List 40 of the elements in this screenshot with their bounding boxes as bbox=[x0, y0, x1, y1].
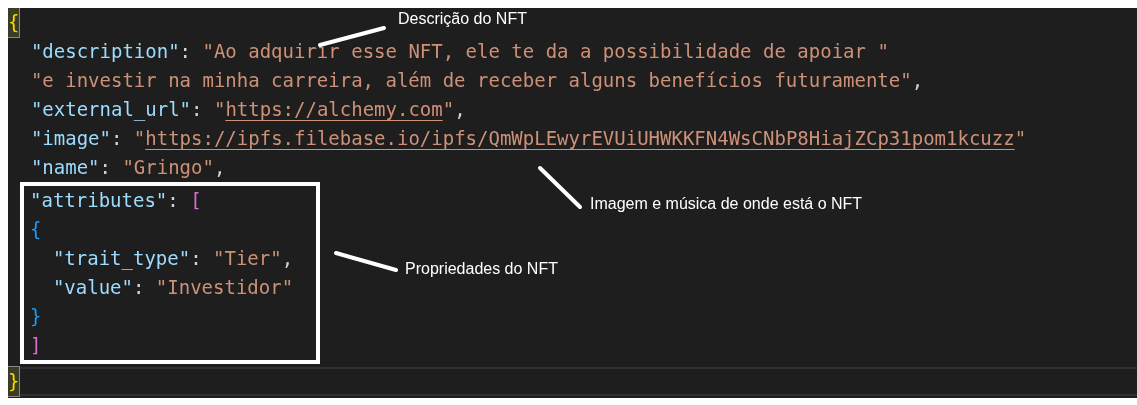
json-key: "description" bbox=[8, 37, 180, 66]
punctuation: : bbox=[132, 275, 146, 300]
bracket-glyph: [ bbox=[190, 188, 202, 213]
json-string: "Investidor" bbox=[155, 275, 294, 300]
punctuation: , bbox=[911, 68, 924, 93]
punctuation: , bbox=[454, 97, 466, 122]
annotation-label: Imagem e música de onde está o NFT bbox=[590, 195, 863, 213]
punctuation: : bbox=[99, 155, 112, 180]
json-string: "Ao adquirir esse NFT, ele te da a possibilidade de apoiar " bbox=[202, 39, 889, 64]
bracket-glyph: } bbox=[8, 367, 20, 396]
json-string: " bbox=[133, 126, 146, 151]
punctuation: , bbox=[281, 246, 294, 271]
json-string: " bbox=[213, 97, 226, 122]
json-key: "trait_type" bbox=[30, 244, 191, 273]
leader-line bbox=[334, 251, 398, 272]
json-key: "image" bbox=[8, 124, 111, 153]
annotation-label: Descrição do NFT bbox=[398, 10, 527, 28]
json-string: " bbox=[1014, 126, 1027, 151]
punctuation: : bbox=[179, 39, 193, 64]
leader-line bbox=[538, 166, 582, 209]
json-key: "external_url" bbox=[8, 95, 192, 124]
punctuation: : bbox=[167, 188, 180, 213]
json-string: "Tier" bbox=[213, 246, 282, 271]
punctuation: : bbox=[110, 126, 124, 151]
bracket-glyph: ] bbox=[30, 333, 42, 358]
json-string: "Gringo" bbox=[122, 155, 214, 180]
json-string: "e investir na minha carreira, além de receber alguns benefícios futuramente" bbox=[29, 68, 912, 93]
annotation-label: Propriedades do NFT bbox=[405, 260, 558, 278]
punctuation: , bbox=[213, 155, 226, 180]
bracket-glyph: } bbox=[30, 304, 42, 329]
bracket-glyph: { bbox=[30, 217, 42, 242]
json-key: "name" bbox=[8, 153, 100, 182]
url-link[interactable]: https://ipfs.filebase.io/ipfs/QmWpLEwyrEVUiUHWKKFN4WsCNbP8HiajZCp31pom1kcuzz bbox=[145, 124, 1015, 153]
punctuation: : bbox=[191, 97, 204, 122]
json-key: "value" bbox=[30, 273, 133, 302]
json-key: "attributes" bbox=[30, 186, 168, 215]
json-string: " bbox=[442, 97, 455, 122]
punctuation: : bbox=[190, 246, 203, 271]
bracket-glyph: { bbox=[8, 8, 20, 37]
url-link[interactable]: https://alchemy.com bbox=[225, 95, 443, 124]
